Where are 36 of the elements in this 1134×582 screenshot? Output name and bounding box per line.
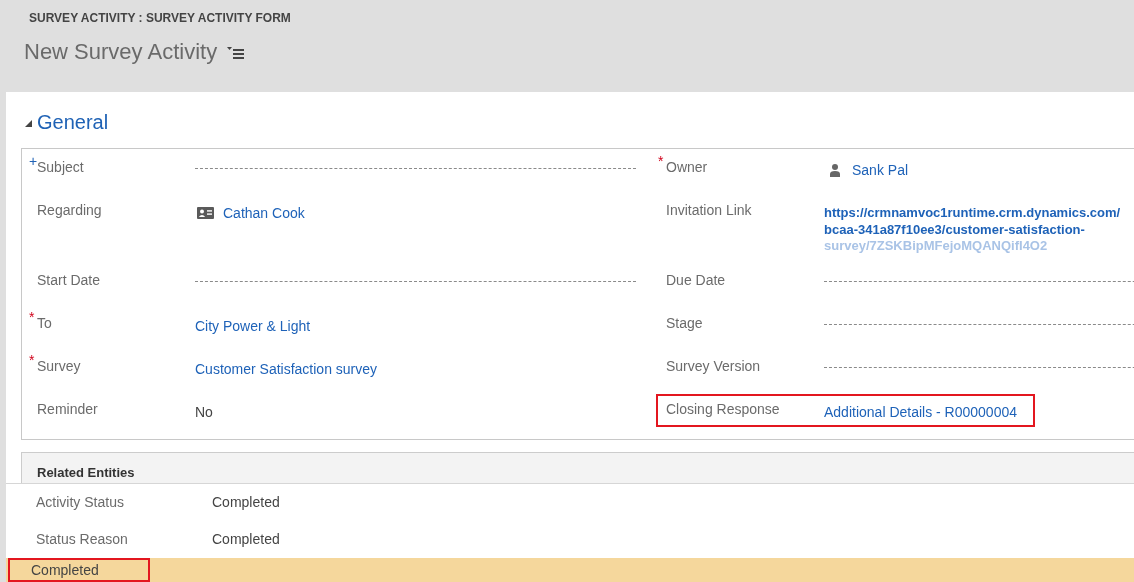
section-title: General — [37, 110, 109, 134]
field-value: No — [195, 403, 213, 420]
record-link[interactable]: Customer Satisfaction survey — [195, 360, 378, 377]
recommended-mark: + — [29, 155, 38, 167]
field-label: Regarding — [37, 202, 102, 218]
section-title: Related Entities — [37, 464, 135, 481]
field-label: Subject — [37, 159, 84, 175]
record-link[interactable]: Sank Pal — [852, 162, 909, 178]
field-label: Activity Status — [36, 493, 124, 510]
record-link[interactable]: Additional Details - R00000004 — [824, 403, 1017, 420]
triangle-icon[interactable] — [25, 119, 32, 127]
menu-icon[interactable] — [227, 47, 245, 59]
page-title: New Survey Activity — [24, 38, 218, 66]
required-mark: * — [658, 155, 664, 167]
field-value: Completed — [212, 493, 280, 510]
contact-card-icon — [197, 207, 214, 219]
url-link[interactable]: https://crmnamvoc1runtime.crm.dynamics.com/ bcaa-341a87f10ee3/customer-satisfaction- survey/7ZSKBipMFejoMQANQifI4O2 — [824, 205, 1121, 255]
required-mark: * — [29, 310, 35, 323]
record-link[interactable]: Cathan Cook — [223, 205, 305, 221]
field-label: Due Date — [666, 271, 726, 288]
required-mark: * — [29, 353, 35, 366]
field-label: Owner — [666, 159, 708, 175]
field-label: Closing Response — [666, 400, 780, 417]
field-label: Reminder — [37, 400, 98, 417]
field-label: Start Date — [37, 271, 101, 288]
breadcrumb-title: SURVEY ACTIVITY : SURVEY ACTIVITY FORM — [29, 10, 291, 26]
field-label: Survey — [37, 357, 81, 374]
record-link[interactable]: City Power & Light — [195, 317, 311, 334]
field-label: To — [37, 314, 52, 331]
field-label: Invitation Link — [666, 202, 752, 218]
status-text: Completed — [8, 557, 150, 582]
field-label: Survey Version — [666, 357, 761, 374]
user-icon — [830, 163, 840, 177]
field-label: Stage — [666, 314, 703, 331]
field-label: Status Reason — [36, 530, 128, 547]
field-value: Completed — [212, 530, 280, 547]
